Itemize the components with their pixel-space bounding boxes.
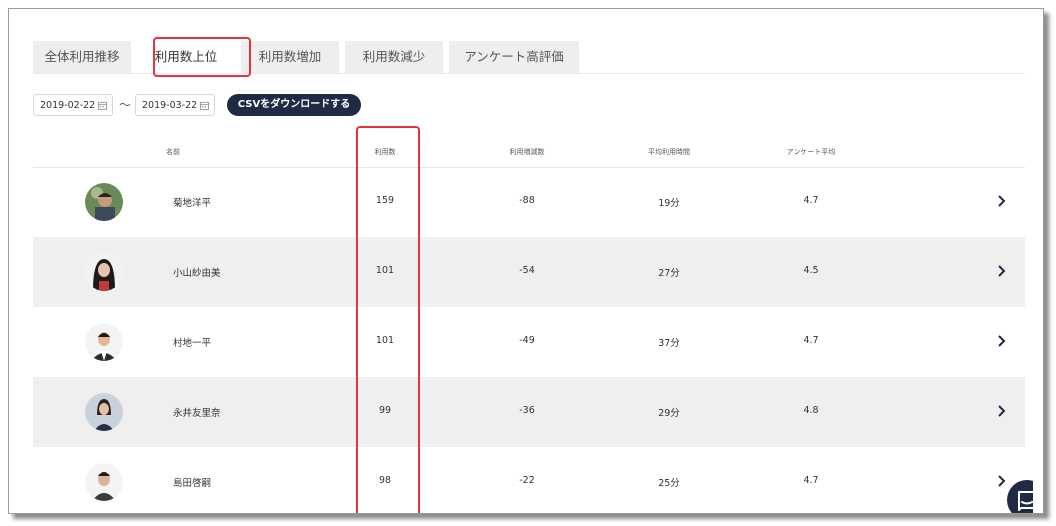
- avg-usage-time: 29分: [658, 408, 680, 419]
- start-date-field[interactable]: 2019-02-22: [33, 94, 113, 116]
- user-name: 村地一平: [173, 338, 212, 349]
- start-date-value: 2019-02-22: [40, 100, 96, 111]
- chevron-right-icon[interactable]: [995, 332, 1009, 350]
- avatar: [85, 463, 123, 501]
- table-row[interactable]: 菊地洋平 159 -88 19分 4.7: [33, 167, 1025, 237]
- avg-usage-time: 19分: [658, 198, 680, 209]
- tab-usage-decrease[interactable]: 利用数減少: [345, 41, 443, 73]
- calendar-icon: [98, 101, 107, 110]
- tab-overall-trend[interactable]: 全体利用推移: [33, 41, 131, 73]
- survey-average: 4.7: [803, 475, 819, 486]
- survey-average: 4.8: [803, 405, 819, 416]
- usage-change: -22: [519, 475, 535, 486]
- usage-change: -36: [519, 405, 535, 416]
- user-name: 島田啓嗣: [173, 478, 212, 489]
- chat-button[interactable]: [1007, 480, 1033, 513]
- avg-usage-time: 37分: [658, 338, 680, 349]
- user-photo-icon: [85, 393, 123, 431]
- user-name: 小山紗由美: [173, 268, 221, 279]
- table-row[interactable]: 小山紗由美 101 -54 27分 4.5: [33, 237, 1025, 307]
- user-photo-icon: [85, 183, 123, 221]
- tab-survey-high-rating[interactable]: アンケート高評価: [449, 41, 579, 73]
- table-header: 名前 利用数 利用増減数 平均利用時間 アンケート平均: [33, 137, 1025, 168]
- survey-average: 4.5: [803, 265, 819, 276]
- survey-average: 4.7: [803, 335, 819, 346]
- chevron-right-icon[interactable]: [995, 192, 1009, 210]
- column-header-avg-time[interactable]: 平均利用時間: [648, 147, 690, 157]
- usage-change: -49: [519, 335, 535, 346]
- table-row[interactable]: 村地一平 101 -49 37分 4.7: [33, 307, 1025, 377]
- avatar: [85, 323, 123, 361]
- user-photo-icon: [85, 463, 123, 501]
- end-date-field[interactable]: 2019-03-22: [135, 94, 215, 116]
- user-photo-icon: [85, 253, 123, 291]
- column-header-name[interactable]: 名前: [166, 147, 180, 157]
- column-header-change[interactable]: 利用増減数: [510, 147, 545, 157]
- avg-usage-time: 27分: [658, 268, 680, 279]
- survey-average: 4.7: [803, 195, 819, 206]
- avg-usage-time: 25分: [658, 478, 680, 489]
- chevron-right-icon[interactable]: [995, 402, 1009, 420]
- column-header-survey-avg[interactable]: アンケート平均: [787, 147, 836, 157]
- avatar: [85, 183, 123, 221]
- tab-usage-increase[interactable]: 利用数増加: [241, 41, 339, 73]
- user-name: 菊地洋平: [173, 198, 212, 209]
- date-separator: 〜: [119, 98, 132, 112]
- usage-change: -88: [519, 195, 535, 206]
- table-row[interactable]: 永井友里奈 99 -36 29分 4.8: [33, 377, 1025, 447]
- user-name: 永井友里奈: [173, 408, 221, 419]
- user-photo-icon: [85, 323, 123, 361]
- usage-change: -54: [519, 265, 535, 276]
- active-tab-highlight: [153, 37, 251, 77]
- table-row[interactable]: 島田啓嗣 98 -22 25分 4.7: [33, 447, 1025, 513]
- avatar: [85, 393, 123, 431]
- usage-column-highlight: [356, 126, 420, 513]
- end-date-value: 2019-03-22: [142, 100, 198, 111]
- csv-download-button[interactable]: CSVをダウンロードする: [227, 94, 361, 116]
- page: 全体利用推移 利用数上位 利用数増加 利用数減少 アンケート高評価 2019-0…: [19, 25, 1033, 513]
- chevron-right-icon[interactable]: [995, 262, 1009, 280]
- chat-icon: [1018, 491, 1033, 511]
- screenshot-frame: 全体利用推移 利用数上位 利用数増加 利用数減少 アンケート高評価 2019-0…: [8, 8, 1044, 514]
- calendar-icon: [200, 101, 209, 110]
- avatar: [85, 253, 123, 291]
